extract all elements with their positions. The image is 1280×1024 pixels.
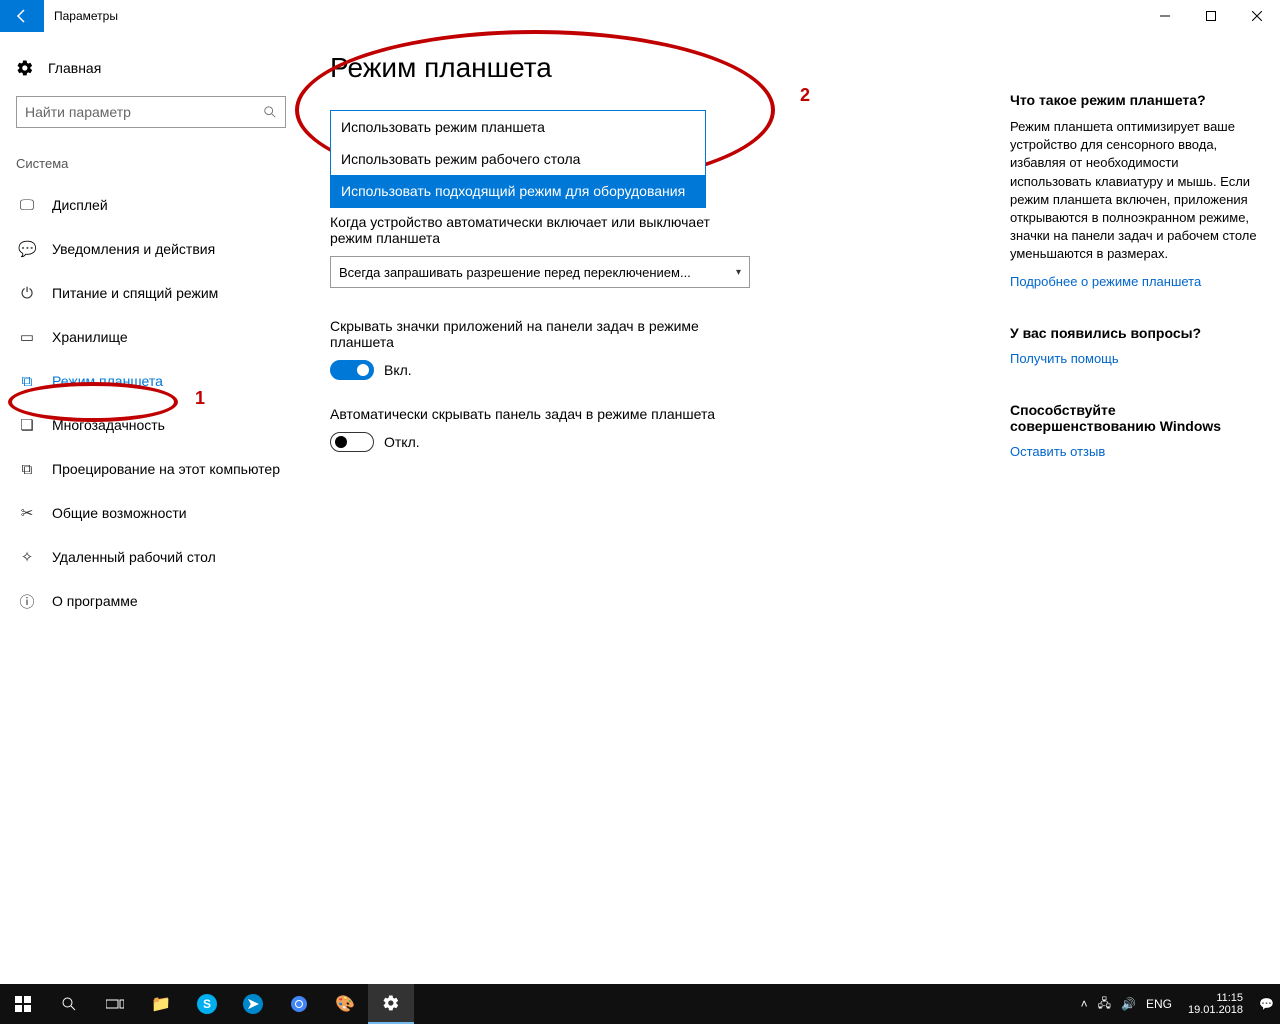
nav-list: 🖵 Дисплей 💬 Уведомления и действия ⏻ Питани… — [16, 183, 310, 623]
gear-icon — [16, 59, 34, 77]
page-title: Режим планшета — [330, 52, 990, 84]
dropdown-option-tablet[interactable]: Использовать режим планшета — [331, 111, 705, 143]
taskbar-chrome[interactable] — [276, 984, 322, 1024]
nav-label: Многозадачность — [52, 417, 165, 433]
home-link[interactable]: Главная — [16, 48, 310, 88]
hide-taskbar-toggle[interactable] — [330, 432, 374, 452]
minimize-button[interactable] — [1142, 0, 1188, 32]
nav-label: Хранилище — [52, 329, 128, 345]
section-title: Система — [16, 156, 310, 171]
hide-taskbar-label: Автоматически скрывать панель задач в ре… — [330, 406, 750, 422]
tray-action-center-icon[interactable]: 💬 — [1259, 997, 1274, 1011]
tray-time: 11:15 — [1188, 992, 1243, 1004]
nav-label: Питание и спящий режим — [52, 285, 218, 301]
nav-multitasking[interactable]: ❏ Многозадачность — [16, 403, 310, 447]
search-placeholder: Найти параметр — [25, 104, 131, 120]
project-icon: ⧉ — [18, 461, 36, 478]
remote-icon: ✧ — [18, 548, 36, 566]
nav-about[interactable]: ⓘ О программе — [16, 579, 310, 623]
taskbar-paint[interactable]: 🎨 — [322, 984, 368, 1024]
home-label: Главная — [48, 60, 101, 76]
annotation-number-2: 2 — [800, 85, 810, 106]
taskbar-explorer[interactable]: 📁 — [138, 984, 184, 1024]
dropdown-option-desktop[interactable]: Использовать режим рабочего стола — [331, 143, 705, 175]
tray-clock[interactable]: 11:15 19.01.2018 — [1182, 992, 1249, 1016]
dropdown-option-hardware[interactable]: Использовать подходящий режим для оборуд… — [331, 175, 705, 207]
nav-label: О программе — [52, 593, 138, 609]
close-button[interactable] — [1234, 0, 1280, 32]
nav-shared[interactable]: ✂ Общие возможности — [16, 491, 310, 535]
tray-network-icon[interactable]: 🖧 — [1098, 994, 1111, 1015]
titlebar: Параметры — [0, 0, 1280, 32]
nav-projecting[interactable]: ⧉ Проецирование на этот компьютер — [16, 447, 310, 491]
nav-tablet-mode[interactable]: ⧉ Режим планшета — [16, 359, 310, 403]
taskbar: 📁 S ➤ 🎨 ˄ 🖧 🔊 ENG 11:15 19.01.2018 💬 — [0, 984, 1280, 1024]
start-button[interactable] — [0, 984, 46, 1024]
tray-volume-icon[interactable]: 🔊 — [1121, 997, 1136, 1011]
right-panel: Что такое режим планшета? Режим планшета… — [1010, 32, 1280, 984]
feedback-link[interactable]: Оставить отзыв — [1010, 444, 1260, 459]
questions-heading: У вас появились вопросы? — [1010, 325, 1260, 341]
maximize-button[interactable] — [1188, 0, 1234, 32]
tablet-icon: ⧉ — [18, 373, 36, 390]
nav-label: Удаленный рабочий стол — [52, 549, 216, 565]
auto-switch-select[interactable]: Всегда запрашивать разрешение перед пере… — [330, 256, 750, 288]
multitask-icon: ❏ — [18, 416, 36, 434]
search-icon — [263, 105, 277, 119]
nav-power[interactable]: ⏻ Питание и спящий режим — [16, 271, 310, 315]
content-area: Режим планшета Использовать режим планше… — [310, 32, 1010, 984]
display-icon: 🖵 — [18, 197, 36, 214]
window-title: Параметры — [44, 9, 118, 23]
back-button[interactable] — [0, 0, 44, 32]
info-heading: Что такое режим планшета? — [1010, 92, 1260, 108]
hide-icons-toggle[interactable] — [330, 360, 374, 380]
signin-mode-dropdown[interactable]: Использовать режим планшета Использовать… — [330, 110, 706, 208]
task-view-button[interactable] — [92, 984, 138, 1024]
info-icon: ⓘ — [18, 591, 36, 612]
nav-storage[interactable]: ▭ Хранилище — [16, 315, 310, 359]
hide-icons-state: Вкл. — [384, 362, 412, 378]
hide-icons-label: Скрывать значки приложений на панели зад… — [330, 318, 750, 350]
search-input[interactable]: Найти параметр — [16, 96, 286, 128]
message-icon: 💬 — [18, 240, 36, 258]
learn-more-link[interactable]: Подробнее о режиме планшета — [1010, 274, 1260, 289]
search-button[interactable] — [46, 984, 92, 1024]
get-help-link[interactable]: Получить помощь — [1010, 351, 1260, 366]
share-icon: ✂ — [18, 504, 36, 522]
annotation-number-1: 1 — [195, 388, 205, 409]
nav-notifications[interactable]: 💬 Уведомления и действия — [16, 227, 310, 271]
nav-label: Общие возможности — [52, 505, 187, 521]
nav-label: Уведомления и действия — [52, 241, 215, 257]
taskbar-skype[interactable]: S — [184, 984, 230, 1024]
sidebar: Главная Найти параметр Система 🖵 Дисплей … — [0, 32, 310, 984]
chevron-down-icon: ▾ — [736, 267, 741, 278]
auto-switch-value: Всегда запрашивать разрешение перед пере… — [339, 265, 691, 280]
info-text: Режим планшета оптимизирует ваше устройс… — [1010, 118, 1260, 264]
nav-label: Дисплей — [52, 197, 108, 213]
taskbar-settings[interactable] — [368, 984, 414, 1024]
taskbar-telegram[interactable]: ➤ — [230, 984, 276, 1024]
system-tray: ˄ 🖧 🔊 ENG 11:15 19.01.2018 💬 — [1081, 992, 1280, 1016]
feedback-heading: Способствуйте совершенствованию Windows — [1010, 402, 1260, 434]
nav-label: Проецирование на этот компьютер — [52, 461, 280, 477]
tray-language[interactable]: ENG — [1146, 997, 1172, 1011]
nav-label: Режим планшета — [52, 373, 163, 389]
nav-display[interactable]: 🖵 Дисплей — [16, 183, 310, 227]
power-icon: ⏻ — [18, 285, 36, 302]
hide-taskbar-state: Откл. — [384, 434, 420, 450]
tray-date: 19.01.2018 — [1188, 1004, 1243, 1016]
tray-chevron-icon[interactable]: ˄ — [1081, 997, 1088, 1011]
window-controls — [1142, 0, 1280, 32]
nav-remote[interactable]: ✧ Удаленный рабочий стол — [16, 535, 310, 579]
auto-switch-label: Когда устройство автоматически включает … — [330, 214, 750, 246]
storage-icon: ▭ — [18, 328, 36, 346]
